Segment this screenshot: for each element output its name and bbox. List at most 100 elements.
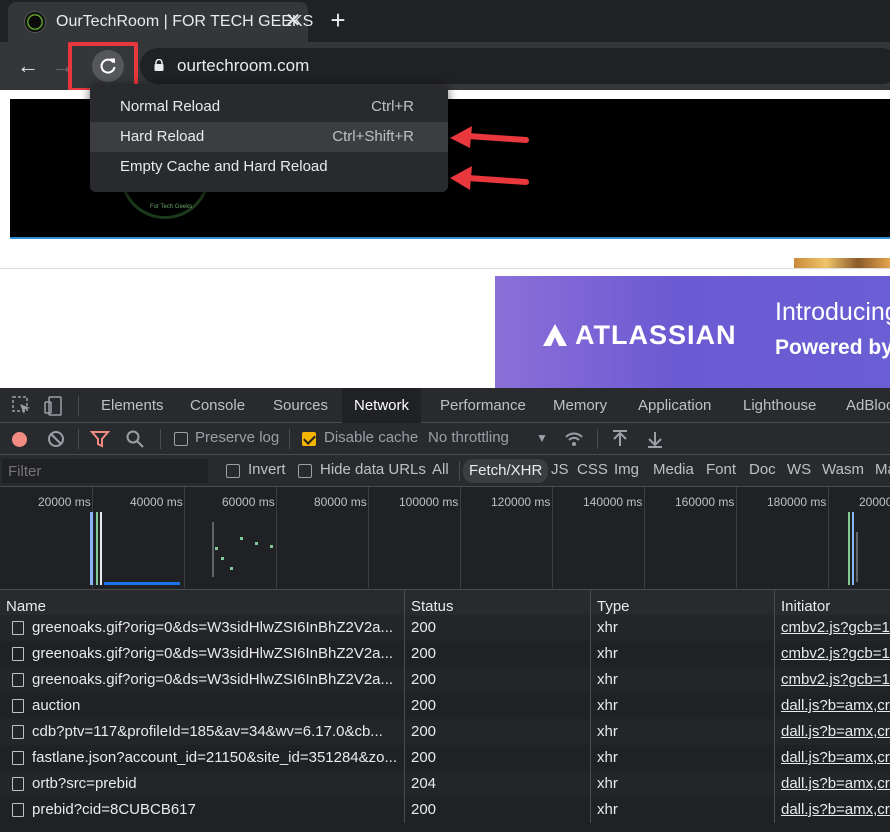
request-type: xhr: [591, 719, 775, 745]
tab-network[interactable]: Network: [342, 388, 422, 423]
back-button[interactable]: ←: [14, 52, 42, 80]
filter-type-fetch-xhr[interactable]: Fetch/XHR: [463, 459, 549, 483]
tab-elements[interactable]: Elements: [89, 388, 176, 423]
request-type: xhr: [591, 667, 775, 693]
table-row[interactable]: prebid?cid=8CUBCB617 200 xhr dall.js?b=amx,…: [0, 797, 890, 823]
document-icon: [12, 803, 24, 817]
request-initiator-link[interactable]: dall.js?b=amx,crit: [775, 693, 890, 719]
request-name-cell: ortb?src=prebid: [0, 771, 405, 797]
table-row[interactable]: greenoaks.gif?orig=0&ds=W3sidHlwZSI6InBh…: [0, 641, 890, 667]
device-toolbar-icon[interactable]: [44, 396, 64, 416]
tab-application[interactable]: Application: [626, 388, 723, 423]
tab-sources[interactable]: Sources: [261, 388, 340, 423]
request-status: 200: [405, 719, 591, 745]
request-initiator-link[interactable]: cmbv2.js?gcb=15: [775, 641, 890, 667]
filter-type-ws[interactable]: WS: [787, 461, 811, 478]
close-tab-icon[interactable]: ✕: [282, 10, 304, 32]
toolbar-divider: [459, 461, 460, 481]
menu-item-normal-reload[interactable]: Normal Reload Ctrl+R: [90, 92, 448, 122]
request-initiator-link[interactable]: dall.js?b=amx,crit: [775, 797, 890, 823]
filter-type-js[interactable]: JS: [551, 461, 569, 478]
browser-tab[interactable]: OurTechRoom | FOR TECH GEEKS ✕: [8, 2, 313, 42]
request-name: greenoaks.gif?orig=0&ds=W3sidHlwZSI6InBh…: [32, 645, 394, 662]
request-name-cell: greenoaks.gif?orig=0&ds=W3sidHlwZSI6InBh…: [0, 641, 405, 667]
import-har-icon[interactable]: [610, 429, 630, 449]
request-name-cell: greenoaks.gif?orig=0&ds=W3sidHlwZSI6InBh…: [0, 615, 405, 641]
menu-item-shortcut: Ctrl+R: [371, 98, 414, 115]
annotation-arrow-icon: [450, 166, 529, 190]
menu-item-hard-reload[interactable]: Hard Reload Ctrl+Shift+R: [90, 122, 448, 152]
table-row[interactable]: cdb?ptv=117&profileId=185&av=34&wv=6.17.…: [0, 719, 890, 745]
invert-checkbox[interactable]: [226, 464, 240, 478]
logo-tagline: For Tech Geeks: [150, 204, 193, 210]
disable-cache-checkbox[interactable]: [302, 432, 316, 446]
network-conditions-icon[interactable]: [564, 429, 584, 449]
tab-adblock[interactable]: AdBlock: [834, 388, 890, 423]
filter-type-all[interactable]: All: [432, 461, 449, 478]
throttling-select[interactable]: No throttling: [428, 429, 509, 446]
hide-data-urls-label: Hide data URLs: [320, 461, 426, 478]
filter-type-font[interactable]: Font: [706, 461, 736, 478]
request-initiator-link[interactable]: cmbv2.js?gcb=15: [775, 615, 890, 641]
tab-strip: OurTechRoom | FOR TECH GEEKS ✕ +: [0, 0, 890, 42]
filter-input[interactable]: [2, 459, 208, 483]
request-name-cell: auction: [0, 693, 405, 719]
hide-data-urls-checkbox[interactable]: [298, 464, 312, 478]
request-initiator-link[interactable]: dall.js?b=amx,crit: [775, 719, 890, 745]
document-icon: [12, 725, 24, 739]
network-overview-timeline[interactable]: 20000 ms 40000 ms 60000 ms 80000 ms 1000…: [0, 487, 890, 590]
tab-console[interactable]: Console: [178, 388, 257, 423]
address-bar[interactable]: ourtechroom.com: [140, 48, 890, 84]
menu-item-shortcut: Ctrl+Shift+R: [332, 128, 414, 145]
tab-lighthouse[interactable]: Lighthouse: [731, 388, 828, 423]
filter-type-css[interactable]: CSS: [577, 461, 608, 478]
tab-memory[interactable]: Memory: [541, 388, 619, 423]
request-name: auction: [32, 697, 81, 714]
request-status: 200: [405, 797, 591, 823]
document-icon: [12, 647, 24, 661]
filter-icon[interactable]: [90, 429, 110, 449]
toolbar-divider: [78, 396, 79, 416]
site-favicon-icon: [24, 11, 46, 33]
chevron-down-icon[interactable]: ▼: [536, 431, 548, 445]
new-tab-button[interactable]: +: [324, 6, 352, 34]
ad-subline: Powered by: [775, 336, 890, 359]
inspect-element-icon[interactable]: [12, 396, 32, 416]
filter-type-wasm[interactable]: Wasm: [822, 461, 864, 478]
request-initiator-link[interactable]: dall.js?b=amx,crit: [775, 745, 890, 771]
table-row[interactable]: auction 200 xhr dall.js?b=amx,crit: [0, 693, 890, 719]
menu-item-label: Normal Reload: [120, 98, 221, 115]
request-initiator-link[interactable]: dall.js?b=amx,crit: [775, 771, 890, 797]
search-icon[interactable]: [125, 429, 145, 449]
atlassian-ad-banner[interactable]: ATLASSIAN Introducing Powered by: [495, 276, 890, 388]
filter-type-manifest[interactable]: Ma: [875, 461, 890, 478]
tab-performance[interactable]: Performance: [428, 388, 538, 423]
table-row[interactable]: greenoaks.gif?orig=0&ds=W3sidHlwZSI6InBh…: [0, 615, 890, 641]
toolbar-divider: [78, 429, 79, 449]
request-name: ortb?src=prebid: [32, 775, 137, 792]
toolbar-divider: [597, 429, 598, 449]
document-icon: [12, 621, 24, 635]
filter-type-img[interactable]: Img: [614, 461, 639, 478]
request-initiator-link[interactable]: cmbv2.js?gcb=15: [775, 667, 890, 693]
menu-item-empty-cache-hard-reload[interactable]: Empty Cache and Hard Reload: [90, 152, 448, 182]
filter-type-doc[interactable]: Doc: [749, 461, 776, 478]
table-row[interactable]: greenoaks.gif?orig=0&ds=W3sidHlwZSI6InBh…: [0, 667, 890, 693]
ad-brand: ATLASSIAN: [575, 320, 737, 350]
request-type: xhr: [591, 745, 775, 771]
filter-type-media[interactable]: Media: [653, 461, 694, 478]
request-status: 200: [405, 745, 591, 771]
request-type: xhr: [591, 797, 775, 823]
request-name: fastlane.json?account_id=21150&site_id=3…: [32, 749, 398, 766]
request-name: greenoaks.gif?orig=0&ds=W3sidHlwZSI6InBh…: [32, 619, 394, 636]
toolbar-divider: [160, 429, 161, 449]
preserve-log-checkbox[interactable]: [174, 432, 188, 446]
table-row[interactable]: ortb?src=prebid 204 xhr dall.js?b=amx,crit: [0, 771, 890, 797]
table-row[interactable]: fastlane.json?account_id=21150&site_id=3…: [0, 745, 890, 771]
request-status: 200: [405, 615, 591, 641]
disable-cache-label: Disable cache: [324, 429, 419, 446]
clear-icon[interactable]: [46, 429, 66, 449]
export-har-icon[interactable]: [645, 429, 665, 449]
lock-icon: [154, 59, 164, 71]
record-icon[interactable]: [12, 432, 27, 447]
